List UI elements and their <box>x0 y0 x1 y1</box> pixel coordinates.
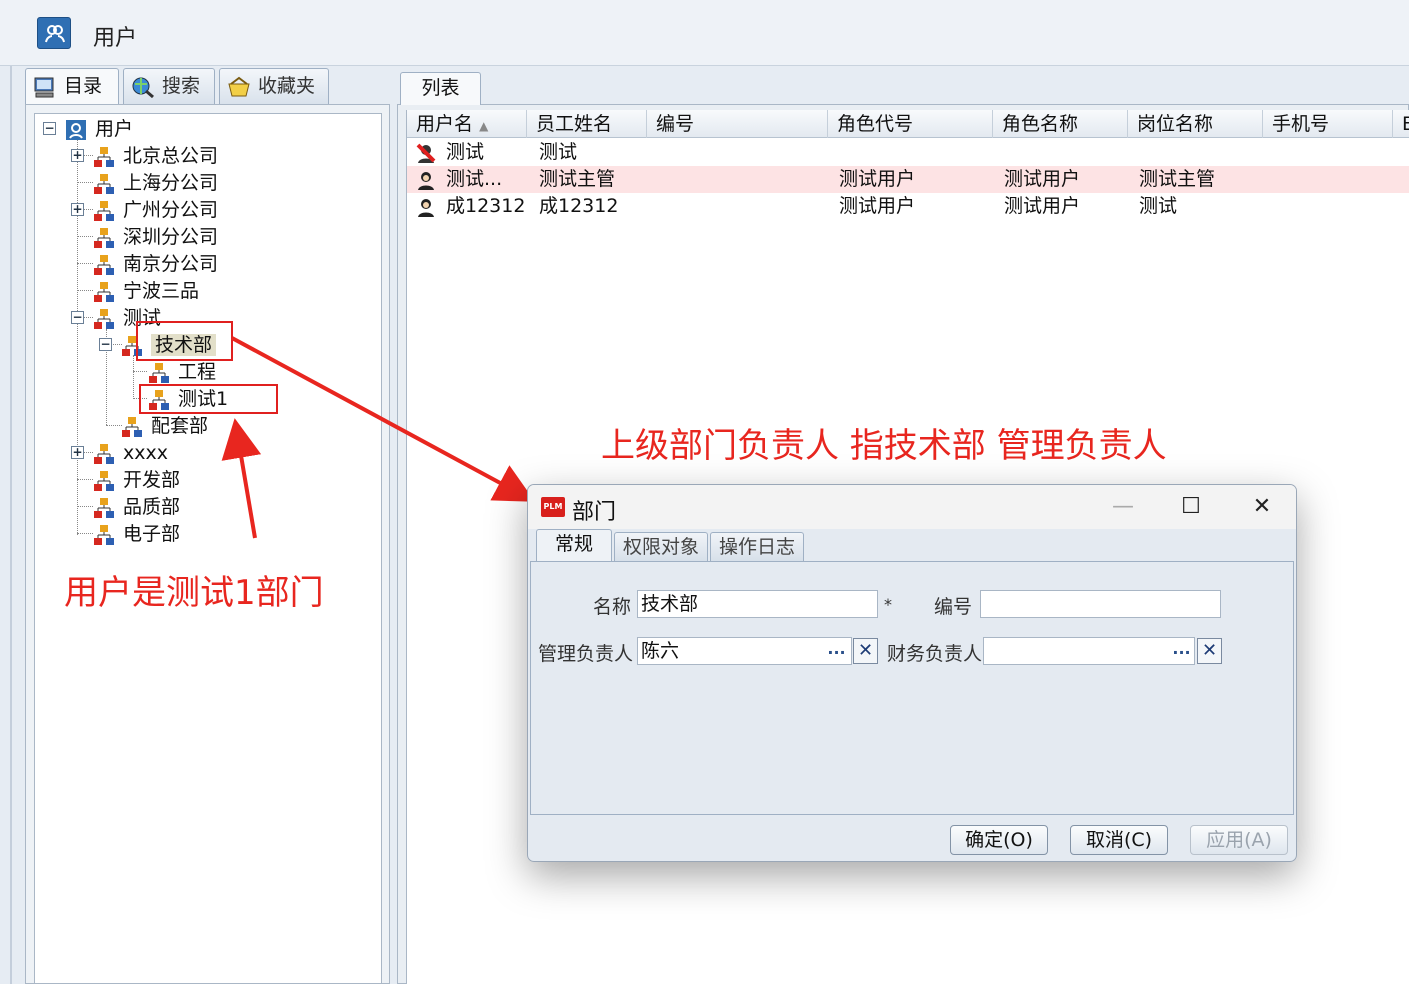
apply-button[interactable]: 应用(A) <box>1190 825 1288 855</box>
manager-browse-button[interactable]: ... <box>824 638 849 664</box>
maximize-icon[interactable]: ☐ <box>1171 493 1211 521</box>
name-input[interactable]: 技术部 <box>637 590 878 618</box>
finance-label: 财务负责人 <box>887 643 983 665</box>
arrow-to-dialog <box>231 336 536 502</box>
minimize-icon[interactable]: — <box>1103 493 1143 521</box>
tab-permissions[interactable]: 权限对象 <box>614 532 708 562</box>
tab-oplog[interactable]: 操作日志 <box>710 532 804 562</box>
close-icon[interactable]: ✕ <box>1242 493 1282 521</box>
name-label: 名称 <box>593 596 632 618</box>
finance-input[interactable] <box>983 637 1195 665</box>
ok-button[interactable]: 确定(O) <box>950 825 1048 855</box>
required-mark: * <box>884 595 892 614</box>
department-dialog: PLM 部门 — ☐ ✕ 常规 权限对象 操作日志 名称 技术部 * 编号 管理… <box>527 484 1297 862</box>
manager-input[interactable]: 陈六 <box>637 637 852 665</box>
dialog-title: 部门 <box>572 500 617 525</box>
manager-label: 管理负责人 <box>538 643 634 665</box>
manager-clear-button[interactable]: ✕ <box>853 638 878 664</box>
tab-general[interactable]: 常规 <box>536 529 612 563</box>
arrow-to-test1 <box>221 418 262 539</box>
plm-logo-icon: PLM <box>541 497 565 517</box>
finance-browse-button[interactable]: ... <box>1169 638 1194 664</box>
finance-clear-button[interactable]: ✕ <box>1197 638 1222 664</box>
cancel-button[interactable]: 取消(C) <box>1070 825 1168 855</box>
code-label: 编号 <box>934 596 973 618</box>
dialog-titlebar: PLM 部门 — ☐ ✕ <box>528 485 1296 529</box>
code-input[interactable] <box>980 590 1221 618</box>
